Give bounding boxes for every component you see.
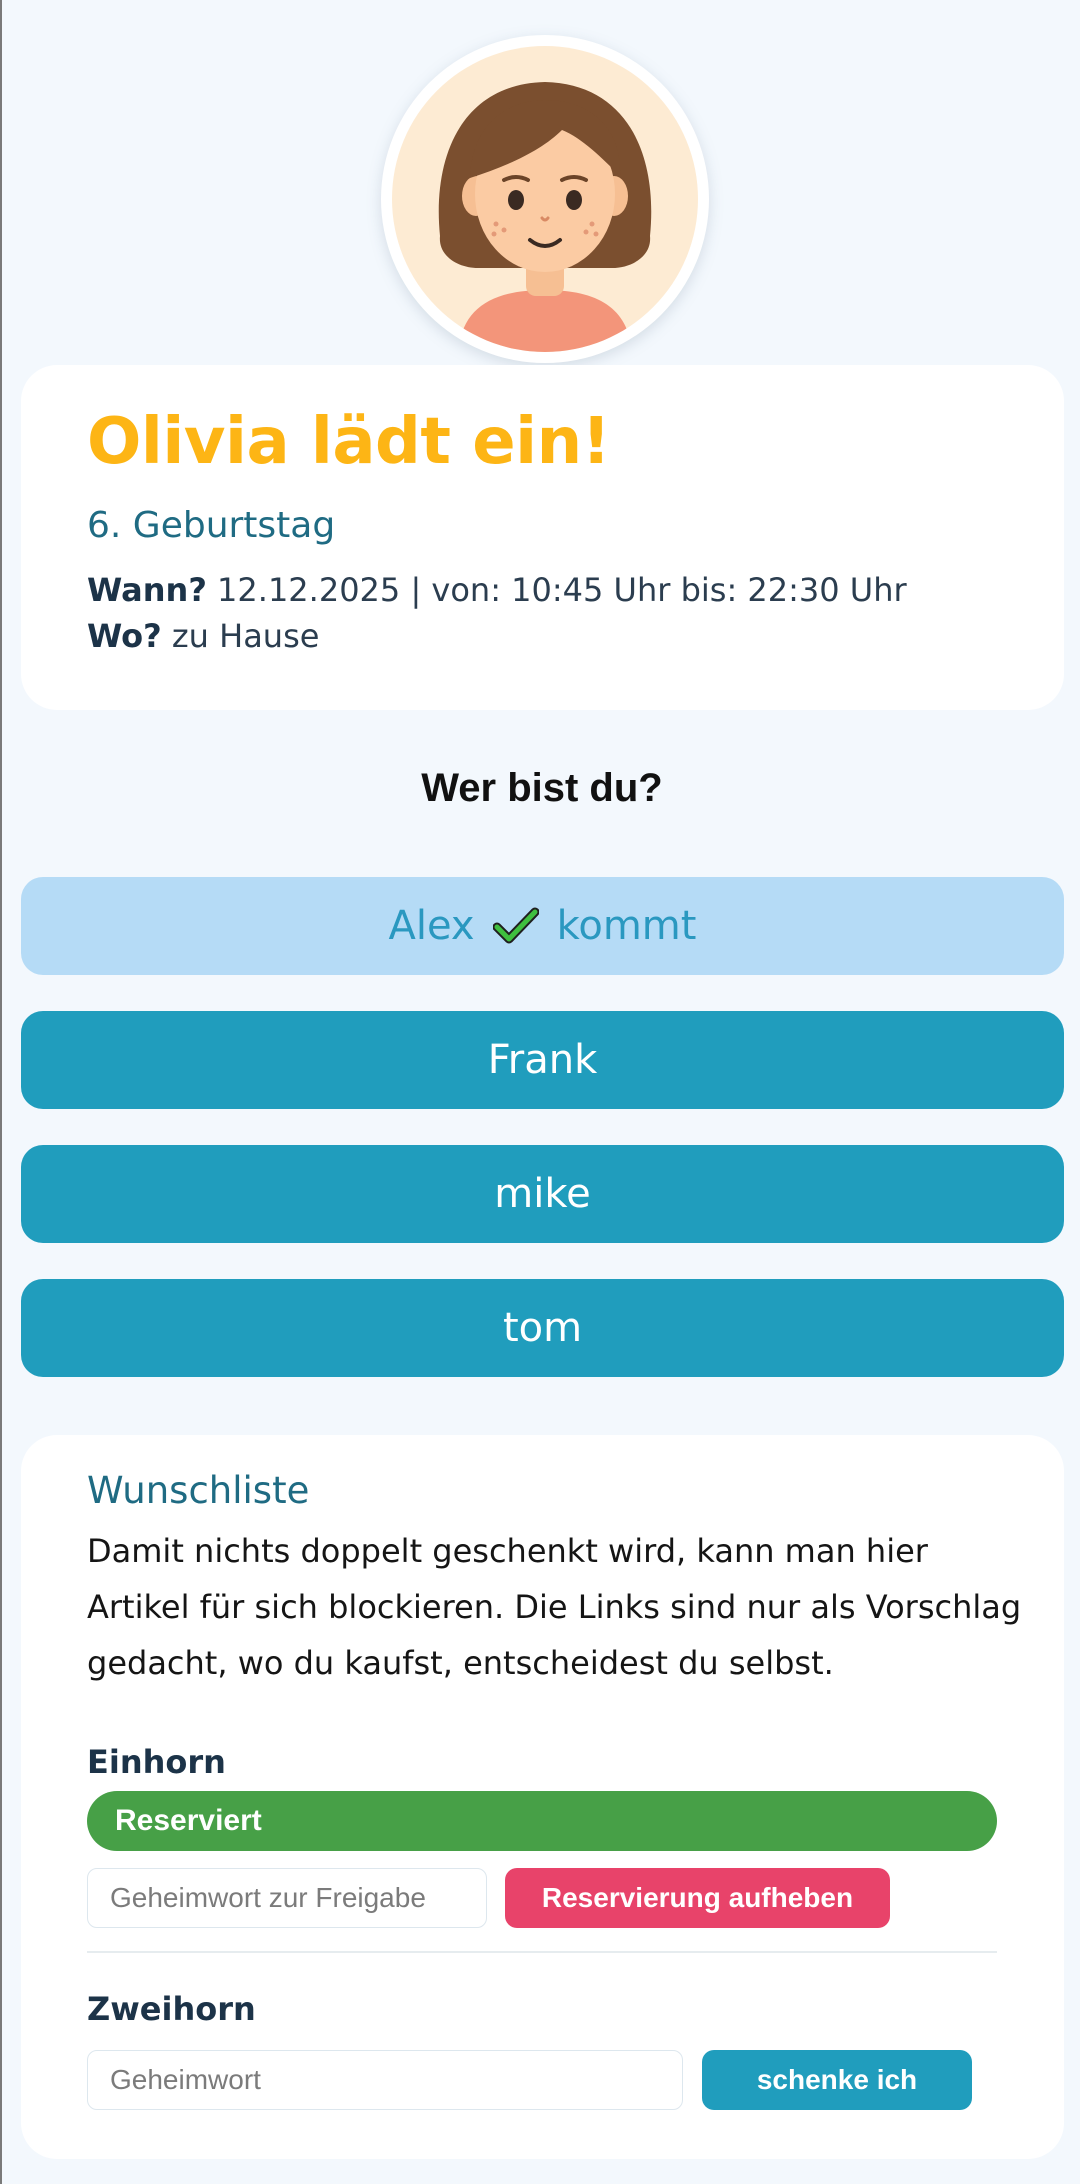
event-where: Wo? zu Hause [87, 617, 319, 655]
password-input[interactable] [87, 2050, 683, 2110]
event-subtitle: 6. Geburtstag [87, 505, 336, 546]
guest-button-tom[interactable]: tom [21, 1279, 1064, 1377]
wishlist-title: Wunschliste [87, 1469, 310, 1512]
guest-status: kommt [556, 903, 697, 949]
guest-name: mike [494, 1171, 591, 1217]
wish-item-name: Zweihorn [87, 1990, 256, 2028]
when-value: 12.12.2025 | von: 10:45 Uhr bis: 22:30 U… [217, 571, 907, 609]
guest-name: Frank [487, 1037, 598, 1083]
when-label: Wann? [87, 571, 207, 609]
reserved-status-badge: Reserviert [87, 1791, 997, 1851]
avatar [381, 35, 709, 363]
release-password-input[interactable] [87, 1868, 487, 1928]
guest-name: Alex [388, 903, 475, 949]
guest-button-mike[interactable]: mike [21, 1145, 1064, 1243]
wish-item-name: Einhorn [87, 1743, 226, 1781]
guest-button-frank[interactable]: Frank [21, 1011, 1064, 1109]
girl-avatar-icon [392, 46, 698, 352]
who-heading: Wer bist du? [421, 766, 663, 810]
give-gift-button[interactable]: schenke ich [702, 2050, 972, 2110]
release-reservation-button[interactable]: Reservierung aufheben [505, 1868, 890, 1928]
where-label: Wo? [87, 617, 162, 655]
checkmark-icon [492, 907, 539, 945]
invitation-card: Olivia lädt ein! 6. Geburtstag Wann? 12.… [21, 365, 1064, 710]
divider [87, 1951, 997, 1953]
event-when: Wann? 12.12.2025 | von: 10:45 Uhr bis: 2… [87, 571, 907, 609]
guest-button-alex[interactable]: Alex kommt [21, 877, 1064, 975]
wishlist-card: Wunschliste Damit nichts doppelt geschen… [21, 1435, 1064, 2159]
page-title: Olivia lädt ein! [87, 405, 611, 479]
wishlist-description: Damit nichts doppelt geschenkt wird, kan… [87, 1532, 1022, 1682]
guest-name: tom [502, 1305, 583, 1351]
where-value: zu Hause [171, 617, 320, 655]
